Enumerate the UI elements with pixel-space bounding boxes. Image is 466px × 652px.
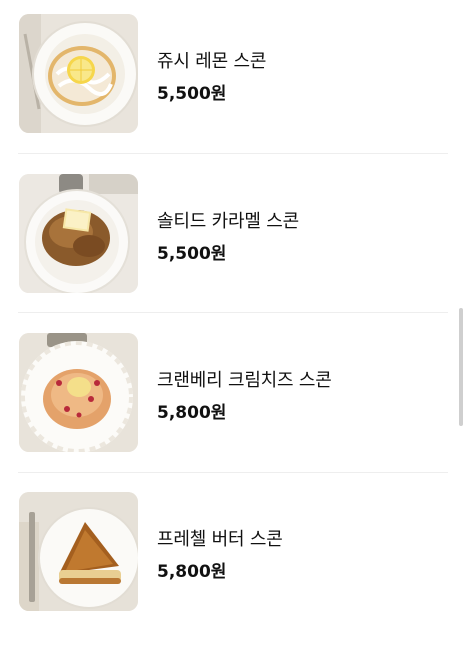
menu-item-name: 크랜베리 크림치즈 스콘 (157, 370, 332, 391)
menu-item-salted-caramel-scone[interactable]: 솔티드 카라멜 스콘 5,500원 (0, 174, 466, 334)
scrollbar[interactable] (459, 308, 463, 426)
menu-item-price: 5,800원 (157, 562, 227, 582)
menu-item-name: 프레첼 버터 스콘 (157, 529, 283, 550)
caramel-scone-photo (19, 174, 138, 293)
menu-item-juicy-lemon-scone[interactable]: 쥬시 레몬 스콘 5,500원 (0, 14, 466, 174)
lemon-scone-photo (19, 14, 138, 133)
menu-item-name: 솔티드 카라멜 스콘 (157, 211, 299, 232)
divider (18, 472, 448, 473)
cranberry-scone-photo (19, 333, 138, 452)
menu-item-name: 쥬시 레몬 스콘 (157, 51, 267, 72)
menu-item-pretzel-butter-scone[interactable]: 프레첼 버터 스콘 5,800원 (0, 492, 466, 652)
menu-item-price: 5,800원 (157, 403, 227, 423)
menu-item-price: 5,500원 (157, 244, 227, 264)
pretzel-scone-photo (19, 492, 138, 611)
menu-item-price: 5,500원 (157, 84, 227, 104)
menu-item-cranberry-cream-cheese-scone[interactable]: 크랜베리 크림치즈 스콘 5,800원 (0, 333, 466, 493)
divider (18, 153, 448, 154)
divider (18, 312, 448, 313)
